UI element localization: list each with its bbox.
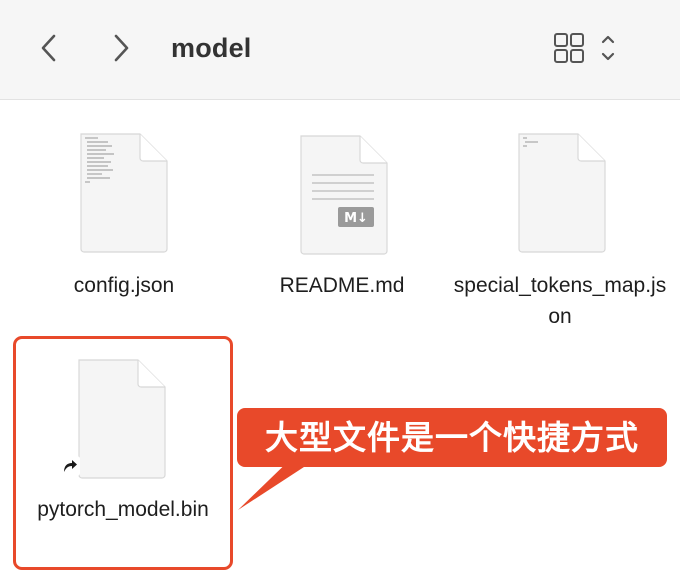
annotation-callout: 大型文件是一个快捷方式 bbox=[237, 408, 667, 467]
callout-pointer bbox=[238, 450, 330, 510]
